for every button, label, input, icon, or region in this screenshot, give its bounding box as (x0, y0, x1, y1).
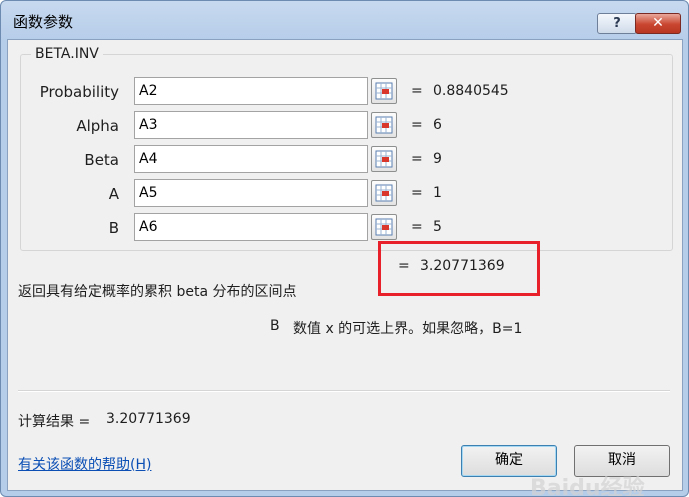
arg-result-beta: 9 (433, 151, 442, 167)
arg-label-b: B (108, 219, 119, 237)
arg-result-a: 1 (433, 185, 442, 201)
function-help-link[interactable]: 有关该函数的帮助(H) (18, 454, 151, 474)
title-bar[interactable]: 函数参数 ? ✕ (1, 1, 688, 39)
watermark: Baidu经验 (530, 476, 645, 497)
dialog-window: 函数参数 ? ✕ BETA.INV Probability = 0.884054… (0, 0, 689, 497)
arg-input-beta[interactable] (134, 145, 368, 173)
arg-result-probability: 0.8840545 (433, 83, 509, 99)
collapse-dialog-icon (375, 116, 393, 134)
function-description: 返回具有给定概率的累积 beta 分布的区间点 (18, 284, 297, 300)
dialog-body: BETA.INV Probability = 0.8840545 Alpha (7, 39, 683, 496)
calc-result-value: 3.20771369 (106, 411, 191, 427)
arg-label-probability: Probability (39, 83, 119, 101)
collapse-dialog-button-b[interactable] (371, 214, 397, 240)
help-button[interactable]: ? (597, 13, 637, 34)
arg-result-alpha: 6 (433, 117, 442, 133)
collapse-dialog-button-probability[interactable] (371, 78, 397, 104)
function-name: BETA.INV (31, 46, 103, 62)
param-description: 数值 x 的可选上界。如果忽略，B=1 (293, 321, 523, 337)
close-button[interactable]: ✕ (635, 13, 681, 34)
collapse-dialog-icon (375, 184, 393, 202)
collapse-dialog-icon (375, 82, 393, 100)
arguments-group: BETA.INV Probability = 0.8840545 Alpha (20, 46, 673, 251)
collapse-dialog-button-alpha[interactable] (371, 112, 397, 138)
arg-input-probability[interactable] (134, 77, 368, 105)
collapse-dialog-button-beta[interactable] (371, 146, 397, 172)
arg-equals: = (411, 117, 423, 133)
arg-input-b[interactable] (134, 213, 368, 241)
calc-result-label: 计算结果 = (18, 414, 91, 430)
arg-input-alpha[interactable] (134, 111, 368, 139)
collapse-dialog-icon (375, 150, 393, 168)
collapse-dialog-button-a[interactable] (371, 180, 397, 206)
arg-equals: = (411, 83, 423, 99)
param-name: B (270, 318, 280, 334)
arg-label-beta: Beta (84, 151, 119, 169)
arg-equals: = (411, 151, 423, 167)
arg-result-b: 5 (433, 219, 442, 235)
arg-input-a[interactable] (134, 179, 368, 207)
arg-equals: = (411, 185, 423, 201)
divider (18, 390, 670, 392)
arg-label-alpha: Alpha (76, 117, 119, 135)
dialog-title: 函数参数 (13, 13, 74, 31)
collapse-dialog-icon (375, 218, 393, 236)
arg-label-a: A (108, 185, 119, 203)
highlight-box (378, 241, 540, 296)
arg-equals: = (411, 219, 423, 235)
